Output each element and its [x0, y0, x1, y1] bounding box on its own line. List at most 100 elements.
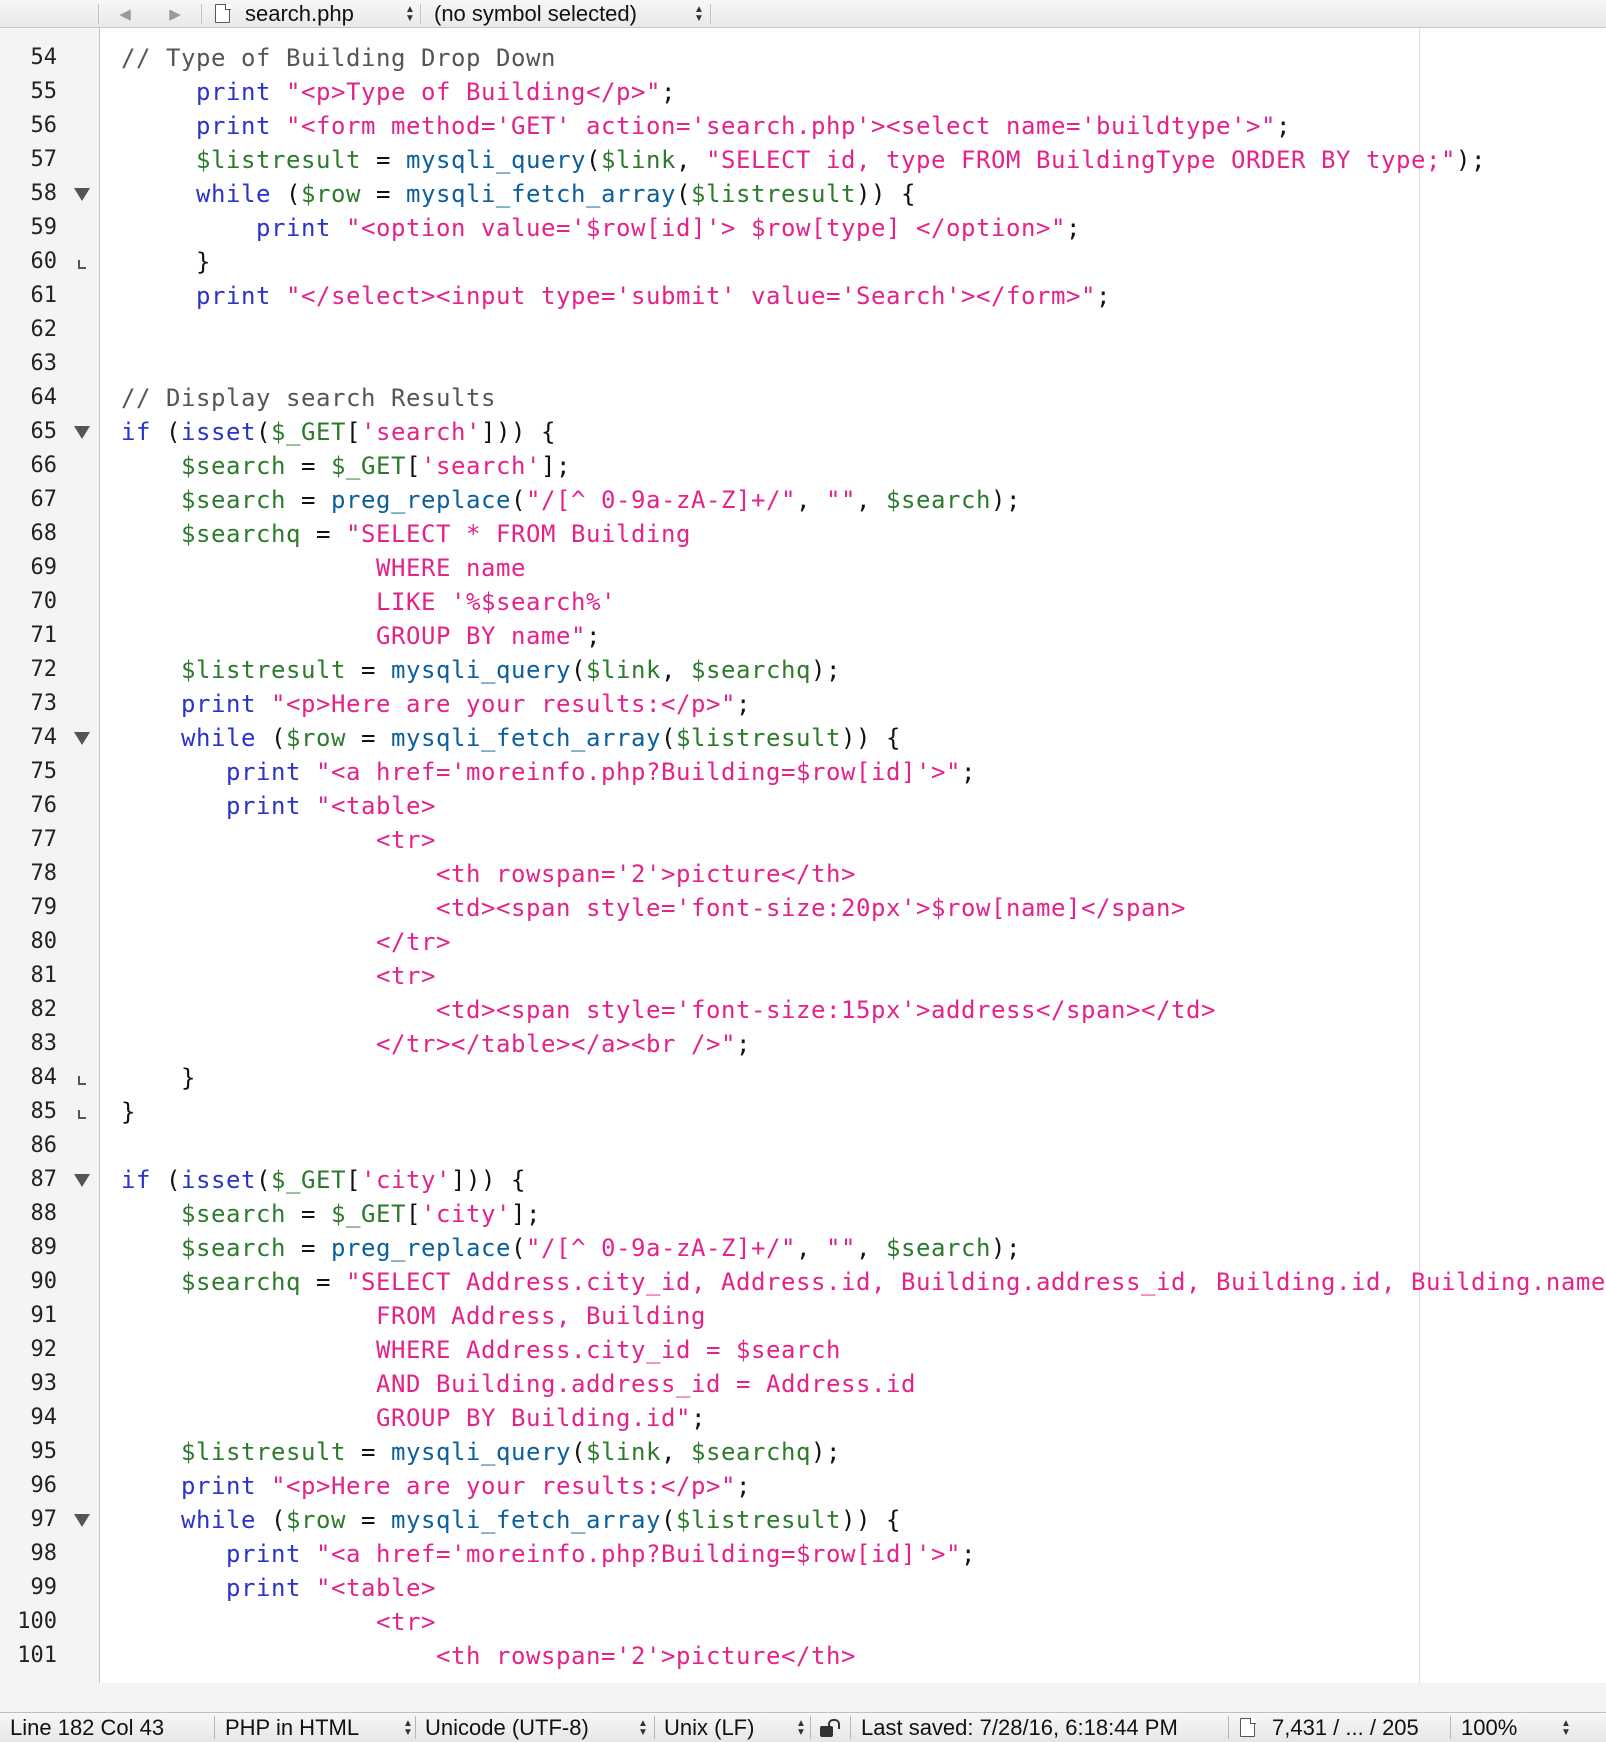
code-line[interactable]: 74 while ($row = mysqli_fetch_array($lis… [0, 721, 1606, 755]
code-line[interactable]: 76 print "<table> [0, 789, 1606, 823]
code-line[interactable]: 79 <td><span style='font-size:20px'>$row… [0, 891, 1606, 925]
code-text: if (isset($_GET['city'])) { [121, 1163, 526, 1197]
code-line[interactable]: 77 <tr> [0, 823, 1606, 857]
fold-triangle-icon[interactable] [74, 177, 90, 211]
code-token: $row [286, 724, 346, 752]
code-line[interactable]: 90 $searchq = "SELECT Address.city_id, A… [0, 1265, 1606, 1299]
code-line[interactable]: 60 } [0, 245, 1606, 279]
code-line[interactable]: 67 $search = preg_replace("/[^ 0-9a-zA-Z… [0, 483, 1606, 517]
line-endings-menu[interactable]: Unix (LF) ▲ ▼ [664, 1713, 806, 1742]
code-line[interactable]: 85} [0, 1095, 1606, 1129]
code-line[interactable]: 75 print "<a href='moreinfo.php?Building… [0, 755, 1606, 789]
code-line[interactable]: 96 print "<p>Here are your results:</p>"… [0, 1469, 1606, 1503]
code-token: $searchq [691, 656, 811, 684]
fold-triangle-icon[interactable] [74, 415, 90, 449]
code-line[interactable]: 92 WHERE Address.city_id = $search [0, 1333, 1606, 1367]
line-number: 82 [30, 997, 58, 1022]
code-line[interactable]: 62 [0, 313, 1606, 347]
code-line[interactable]: 64 // Display search Results [0, 381, 1606, 415]
code-line[interactable]: 98 print "<a href='moreinfo.php?Building… [0, 1537, 1606, 1571]
code-line[interactable]: 99 print "<table> [0, 1571, 1606, 1605]
code-line[interactable]: 81 <tr> [0, 959, 1606, 993]
code-line[interactable]: 71 GROUP BY name"; [0, 619, 1606, 653]
code-line[interactable]: 61 print "</select><input type='submit' … [0, 279, 1606, 313]
code-line[interactable]: 82 <td><span style='font-size:15px'>addr… [0, 993, 1606, 1027]
code-line[interactable]: 80 </tr> [0, 925, 1606, 959]
code-token: = [346, 656, 391, 684]
fold-end-icon [74, 1061, 90, 1095]
code-token: mysqli_fetch_array [391, 1506, 661, 1534]
code-line[interactable]: 63 [0, 347, 1606, 381]
code-line[interactable]: 100 <tr> [0, 1605, 1606, 1639]
code-line[interactable]: 101 <th rowspan='2'>picture</th> [0, 1639, 1606, 1673]
code-text: $searchq = "SELECT Address.city_id, Addr… [121, 1265, 1606, 1299]
code-line[interactable]: 55 print "<p>Type of Building</p>"; [0, 75, 1606, 109]
encoding-menu[interactable]: Unicode (UTF-8) ▲ ▼ [425, 1713, 648, 1742]
code-text: $search = $_GET['search']; [121, 449, 571, 483]
code-line[interactable]: 93 AND Building.address_id = Address.id [0, 1367, 1606, 1401]
fold-triangle-icon[interactable] [74, 721, 90, 755]
separator [98, 4, 99, 24]
line-number: 83 [30, 1031, 58, 1056]
code-token: [ [346, 1166, 361, 1194]
code-token: = [346, 1438, 391, 1466]
code-line[interactable]: 66 $search = $_GET['search']; [0, 449, 1606, 483]
code-line[interactable]: 73 print "<p>Here are your results:</p>"… [0, 687, 1606, 721]
line-number: 60 [30, 249, 58, 274]
code-line[interactable]: 83 </tr></table></a><br />"; [0, 1027, 1606, 1061]
code-token: 'city' [361, 1166, 451, 1194]
code-token: print [226, 1574, 301, 1602]
forward-arrow-icon[interactable]: ▶ [156, 0, 194, 27]
code-text: $search = preg_replace("/[^ 0-9a-zA-Z]+/… [121, 483, 1021, 517]
code-token: mysqli_fetch_array [391, 724, 661, 752]
code-text: print "<table> [121, 1571, 436, 1605]
code-line[interactable]: 91 FROM Address, Building [0, 1299, 1606, 1333]
lock-toggle[interactable] [820, 1713, 842, 1742]
code-line[interactable]: 86 [0, 1129, 1606, 1163]
code-token: , [661, 1438, 691, 1466]
code-line[interactable]: 54 // Type of Building Drop Down [0, 41, 1606, 75]
code-line[interactable]: 69 WHERE name [0, 551, 1606, 585]
code-token: </tr></table></a><br />" [121, 1030, 736, 1058]
zoom-menu[interactable]: 100% ▲ ▼ [1461, 1713, 1571, 1742]
code-token: = [361, 146, 406, 174]
code-line[interactable]: 72 $listresult = mysqli_query($link, $se… [0, 653, 1606, 687]
code-line[interactable]: 84 } [0, 1061, 1606, 1095]
code-token: ]; [511, 1200, 541, 1228]
code-token: $_GET [271, 418, 346, 446]
code-text: $listresult = mysqli_query($link, $searc… [121, 653, 841, 687]
code-text: print "<option value='$row[id]'> $row[ty… [121, 211, 1081, 245]
code-line[interactable]: 95 $listresult = mysqli_query($link, $se… [0, 1435, 1606, 1469]
line-number: 65 [30, 419, 58, 444]
line-endings-label: Unix (LF) [664, 1714, 755, 1740]
back-arrow-icon[interactable]: ◀ [106, 0, 144, 27]
code-line[interactable]: 87 if (isset($_GET['city'])) { [0, 1163, 1606, 1197]
code-line[interactable]: 59 print "<option value='$row[id]'> $row… [0, 211, 1606, 245]
code-token: ; [1275, 112, 1291, 140]
cursor-position[interactable]: Line 182 Col 43 [10, 1713, 164, 1742]
code-line[interactable]: 58 while ($row = mysqli_fetch_array($lis… [0, 177, 1606, 211]
code-line[interactable]: 88 $search = $_GET['city']; [0, 1197, 1606, 1231]
line-number: 61 [30, 283, 58, 308]
code-token: </tr> [121, 928, 451, 956]
code-line[interactable]: 56 print "<form method='GET' action='sea… [0, 109, 1606, 143]
code-line[interactable]: 65 if (isset($_GET['search'])) { [0, 415, 1606, 449]
code-text: print "<form method='GET' action='search… [121, 109, 1291, 143]
code-line[interactable]: 97 while ($row = mysqli_fetch_array($lis… [0, 1503, 1606, 1537]
code-line[interactable]: 70 LIKE '%$search%' [0, 585, 1606, 619]
language-menu[interactable]: PHP in HTML ▲ ▼ [225, 1713, 413, 1742]
code-line[interactable]: 89 $search = preg_replace("/[^ 0-9a-zA-Z… [0, 1231, 1606, 1265]
code-text: print "<p>Type of Building</p>"; [121, 75, 676, 109]
code-line[interactable]: 68 $searchq = "SELECT * FROM Building [0, 517, 1606, 551]
code-line[interactable]: 57 $listresult = mysqli_query($link, "SE… [0, 143, 1606, 177]
file-menu[interactable]: search.php ▲ ▼ [215, 0, 415, 27]
fold-triangle-icon[interactable] [74, 1503, 90, 1537]
code-line[interactable]: 94 GROUP BY Building.id"; [0, 1401, 1606, 1435]
fold-triangle-icon[interactable] [74, 1163, 90, 1197]
code-token: ; [1095, 282, 1111, 310]
symbol-menu[interactable]: (no symbol selected) ▲ ▼ [434, 0, 704, 27]
document-stats[interactable]: 7,431 / ... / 205 [1240, 1713, 1419, 1742]
code-line[interactable]: 78 <th rowspan='2'>picture</th> [0, 857, 1606, 891]
